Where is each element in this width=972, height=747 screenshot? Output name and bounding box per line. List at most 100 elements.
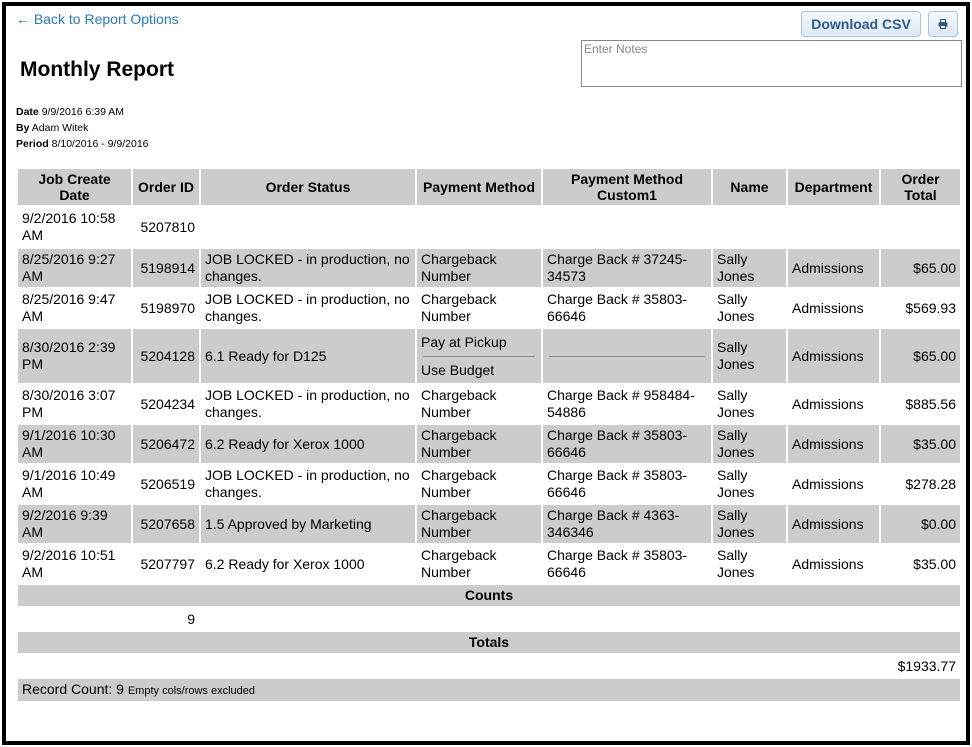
column-header[interactable]: Order ID (133, 169, 199, 205)
column-header[interactable]: Payment Method (417, 169, 541, 205)
cell-total: $35.00 (881, 545, 960, 583)
cell-order-id: 5207797 (133, 545, 199, 583)
payment-method-primary: Pay at Pickup (421, 333, 507, 350)
column-header[interactable]: Name (713, 169, 786, 205)
record-count-label: Record Count: 9 (22, 680, 124, 697)
cell-department: Admissions (788, 505, 879, 543)
table-row: 9/2/2016 10:58 AM 5207810 (18, 207, 960, 247)
cell-status: 6.2 Ready for Xerox 1000 (201, 425, 415, 463)
cell-payment-custom (543, 207, 711, 247)
print-button[interactable] (928, 11, 958, 37)
period-value: 8/10/2016 - 9/9/2016 (51, 138, 149, 150)
cell-payment-method: Chargeback Number (417, 249, 541, 287)
cell-name: Sally Jones (713, 385, 786, 423)
cell-total: $0.00 (881, 505, 960, 543)
totals-label: Totals (18, 632, 960, 653)
cell-department: Admissions (788, 465, 879, 503)
download-csv-button[interactable]: Download CSV (801, 11, 921, 37)
counts-header-row: Counts (18, 585, 960, 606)
cell-total: $35.00 (881, 425, 960, 463)
cell-status: 6.1 Ready for D125 (201, 329, 415, 383)
cell-date: 8/25/2016 9:47 AM (18, 289, 131, 327)
cell-payment-custom: Charge Back # 958484-54886 (543, 385, 711, 423)
cell-name: Sally Jones (713, 249, 786, 287)
counts-label: Counts (18, 585, 960, 606)
table-row: 8/25/2016 9:47 AM 5198970 JOB LOCKED - i… (18, 289, 960, 327)
cell-payment-method: Chargeback Number (417, 505, 541, 543)
cell-payment-method: Chargeback Number (417, 289, 541, 327)
cell-payment-custom: Charge Back # 35803-66646 (543, 545, 711, 583)
cell-name: Sally Jones (713, 505, 786, 543)
cell-payment-method: Chargeback Number (417, 465, 541, 503)
cell-department: Admissions (788, 249, 879, 287)
cell-payment-method (417, 207, 541, 247)
payment-method-secondary: Use Budget (421, 361, 495, 378)
cell-status: JOB LOCKED - in production, no changes. (201, 385, 415, 423)
cell-department: Admissions (788, 425, 879, 463)
cell-payment-custom: Charge Back # 4363-346346 (543, 505, 711, 543)
cell-order-id: 5204128 (133, 329, 199, 383)
date-value: 9/9/2016 6:39 AM (41, 106, 125, 118)
totals-header-row: Totals (18, 632, 960, 653)
cell-name (713, 207, 786, 247)
page-title: Monthly Report (20, 58, 174, 81)
cell-date: 8/30/2016 3:07 PM (18, 385, 131, 423)
cell-total: $65.00 (881, 329, 960, 383)
cell-total: $278.28 (881, 465, 960, 503)
cell-payment-custom (543, 329, 711, 383)
cell-department: Admissions (788, 289, 879, 327)
cell-total: $65.00 (881, 249, 960, 287)
totals-value: $1933.77 (881, 655, 960, 677)
empty-cell (18, 655, 879, 677)
table-header-row: Job Create Date Order ID Order Status Pa… (18, 169, 960, 205)
date-label: Date (16, 106, 39, 118)
cell-status: JOB LOCKED - in production, no changes. (201, 289, 415, 327)
period-label: Period (16, 138, 49, 150)
cell-total: $885.56 (881, 385, 960, 423)
cell-payment-method: Chargeback Number (417, 385, 541, 423)
table-row: 9/1/2016 10:30 AM 5206472 6.2 Ready for … (18, 425, 960, 463)
table-row: 8/30/2016 2:39 PM 5204128 6.1 Ready for … (18, 329, 960, 383)
by-value: Adam Witek (31, 122, 89, 134)
cell-date: 9/1/2016 10:30 AM (18, 425, 131, 463)
cell-name: Sally Jones (713, 329, 786, 383)
cell-date: 9/2/2016 10:58 AM (18, 207, 131, 247)
cell-department: Admissions (788, 545, 879, 583)
column-header[interactable]: Order Status (201, 169, 415, 205)
table-row: 8/25/2016 9:27 AM 5198914 JOB LOCKED - i… (18, 249, 960, 287)
cell-status (201, 207, 415, 247)
counts-value-row: 9 (18, 608, 960, 630)
column-header[interactable]: Job Create Date (18, 169, 131, 205)
cell-date: 8/25/2016 9:27 AM (18, 249, 131, 287)
cell-name: Sally Jones (713, 465, 786, 503)
by-label: By (16, 122, 30, 134)
cell-department (788, 207, 879, 247)
cell-payment-custom: Charge Back # 35803-66646 (543, 289, 711, 327)
cell-name: Sally Jones (713, 289, 786, 327)
report-meta: Date 9/9/2016 6:39 AM By Adam Witek Peri… (16, 104, 149, 152)
counts-value: 9 (133, 608, 199, 630)
notes-input[interactable] (581, 40, 962, 87)
cell-status: JOB LOCKED - in production, no changes. (201, 249, 415, 287)
cell-date: 9/1/2016 10:49 AM (18, 465, 131, 503)
column-header[interactable]: Department (788, 169, 879, 205)
cell-order-id: 5207658 (133, 505, 199, 543)
payment-custom-primary (547, 334, 707, 356)
cell-payment-method: Chargeback Number (417, 545, 541, 583)
cell-order-id: 5207810 (133, 207, 199, 247)
cell-status: JOB LOCKED - in production, no changes. (201, 465, 415, 503)
back-to-report-options-link[interactable]: ← Back to Report Options (16, 11, 179, 27)
totals-value-row: $1933.77 (18, 655, 960, 677)
cell-date: 9/2/2016 10:51 AM (18, 545, 131, 583)
empty-cell (18, 608, 131, 630)
report-frame: ← Back to Report Options Download CSV Mo… (2, 2, 970, 745)
cell-name: Sally Jones (713, 545, 786, 583)
cell-payment-method: Pay at Pickup Use Budget (417, 329, 541, 383)
empty-cell (201, 608, 960, 630)
cell-order-id: 5206519 (133, 465, 199, 503)
table-row: 9/2/2016 9:39 AM 5207658 1.5 Approved by… (18, 505, 960, 543)
column-header[interactable]: Order Total (881, 169, 960, 205)
column-header[interactable]: Payment Method Custom1 (543, 169, 711, 205)
record-count: Record Count: 9 Empty cols/rows excluded (18, 679, 960, 701)
cell-department: Admissions (788, 329, 879, 383)
